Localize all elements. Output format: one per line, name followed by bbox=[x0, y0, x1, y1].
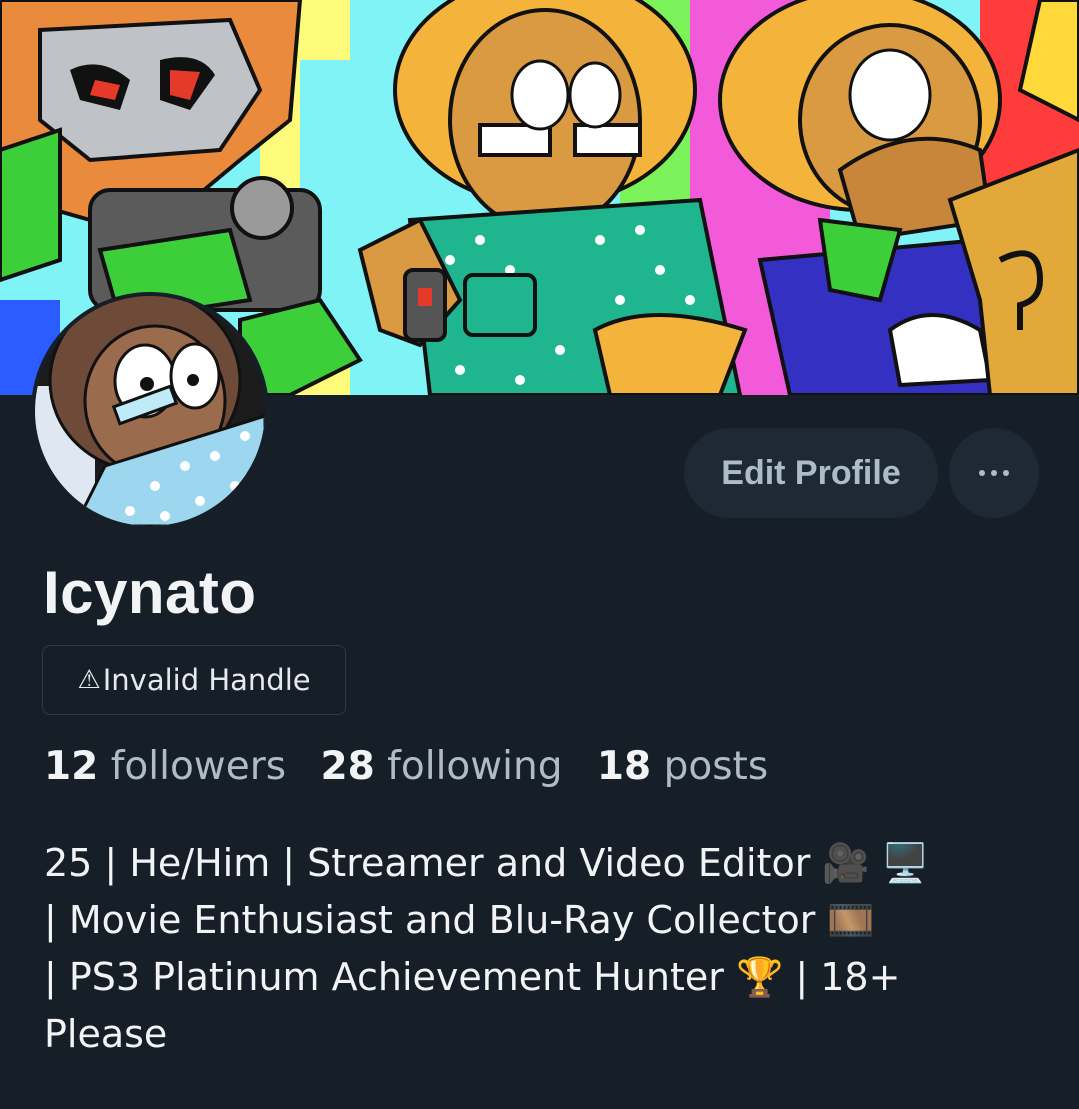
avatar[interactable] bbox=[31, 292, 269, 530]
bio-line: Please bbox=[44, 1012, 168, 1056]
bio-line: 25 | He/Him | Streamer and Video Editor … bbox=[44, 841, 930, 885]
ellipsis-icon bbox=[976, 470, 1012, 476]
edit-profile-label: Edit Profile bbox=[721, 453, 901, 492]
following-link[interactable]: 28 following bbox=[320, 744, 562, 789]
following-label: following bbox=[387, 744, 563, 789]
posts-label: posts bbox=[663, 744, 769, 789]
followers-link[interactable]: 12 followers bbox=[44, 744, 286, 789]
bio-line: | Movie Enthusiast and Blu-Ray Collector… bbox=[44, 898, 875, 942]
profile-bio: 25 | He/Him | Streamer and Video Editor … bbox=[44, 835, 1044, 1063]
bio-line: | PS3 Platinum Achievement Hunter 🏆 | 18… bbox=[44, 955, 901, 999]
following-count: 28 bbox=[320, 744, 375, 789]
profile-stats: 12 followers 28 following 18 posts bbox=[44, 744, 768, 789]
posts-stat: 18 posts bbox=[597, 744, 768, 789]
display-name: Icynato bbox=[43, 559, 257, 626]
more-options-button[interactable] bbox=[949, 428, 1039, 518]
posts-count: 18 bbox=[596, 744, 652, 789]
warning-icon: ⚠ bbox=[77, 665, 101, 695]
edit-profile-button[interactable]: Edit Profile bbox=[684, 428, 938, 518]
avatar-artwork bbox=[35, 296, 265, 526]
handle-badge-label: Invalid Handle bbox=[102, 663, 311, 697]
invalid-handle-badge[interactable]: ⚠ Invalid Handle bbox=[42, 645, 346, 715]
followers-count: 12 bbox=[44, 744, 99, 789]
followers-label: followers bbox=[110, 744, 287, 789]
